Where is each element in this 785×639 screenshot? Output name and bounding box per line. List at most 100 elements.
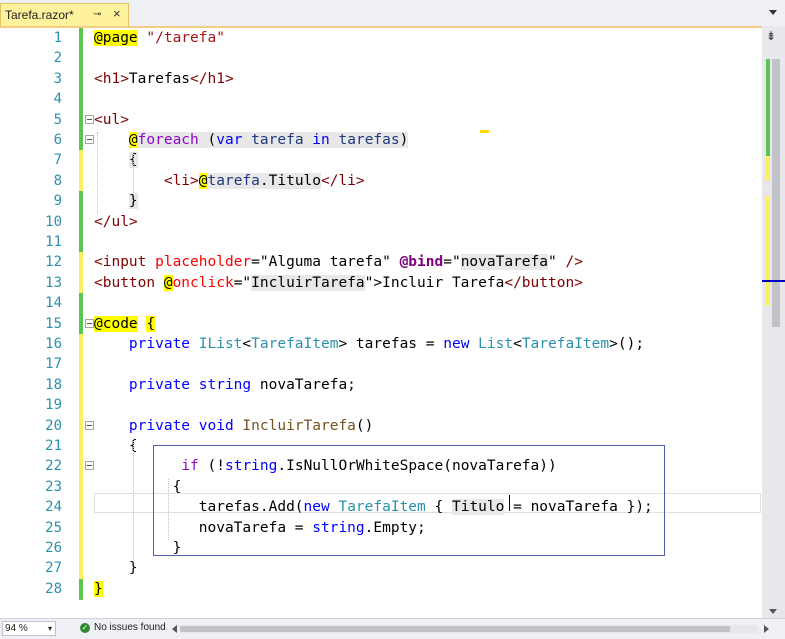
line-number: 19 (45, 397, 62, 414)
tab-dropdown-icon[interactable] (769, 10, 777, 15)
code-line[interactable]: 20 private void IncluirTarefa() (0, 415, 760, 437)
code-text: <li>@tarefa.Titulo</li> (94, 171, 365, 191)
split-window-icon[interactable]: ⇟ (766, 29, 776, 43)
code-line[interactable]: 11 (0, 232, 760, 253)
code-token: =" (443, 254, 461, 271)
horizontal-scroll-thumb[interactable] (180, 626, 730, 632)
code-line[interactable]: 27 } (0, 558, 760, 580)
code-line[interactable]: 24 tarefas.Add(new TarefaItem { Titulo =… (0, 497, 760, 519)
code-token: private (128, 376, 191, 393)
change-indicator (79, 109, 83, 131)
horizontal-scrollbar[interactable] (180, 625, 758, 633)
code-token: } (172, 540, 182, 556)
scroll-down-icon[interactable] (769, 609, 777, 614)
close-icon[interactable]: × (113, 6, 121, 21)
code-line[interactable]: 1 @page "/tarefa" (0, 28, 760, 49)
pin-icon[interactable]: ⊸ (93, 9, 103, 20)
code-text: } (94, 191, 138, 211)
line-number: 1 (53, 30, 62, 46)
line-number: 16 (45, 336, 62, 352)
scroll-left-icon[interactable] (172, 625, 177, 633)
scroll-thumb[interactable] (772, 59, 780, 327)
code-text: } (94, 579, 103, 599)
code-token: novaTarefa = (198, 519, 313, 536)
code-line[interactable]: 17 (0, 354, 760, 376)
zoom-select[interactable]: 94 % ▾ (2, 621, 56, 636)
code-line[interactable]: 2 (0, 48, 760, 70)
issues-indicator[interactable]: ✓ No issues found (80, 622, 166, 633)
code-line[interactable]: 14 (0, 293, 760, 315)
code-token: </ul> (94, 213, 138, 230)
code-line[interactable]: 13 <button @onclick="IncluirTarefa">Inclu… (0, 272, 760, 294)
code-token: } (128, 193, 138, 210)
line-number: 18 (45, 376, 62, 393)
code-editor[interactable]: 1 @page "/tarefa" 2 3 <h1>Tarefas</h1> 4 5 <ul>… (0, 26, 762, 618)
code-line[interactable]: 28} (0, 578, 760, 600)
code-token: } (128, 560, 138, 577)
code-token (242, 132, 252, 148)
code-line[interactable]: 22 if (!string.IsNullOrWhiteSpace(novaTa… (0, 456, 760, 478)
code-token: <ul> (94, 111, 129, 128)
collapse-icon[interactable] (85, 135, 94, 144)
collapse-icon[interactable] (85, 420, 94, 430)
code-line[interactable]: 5 <ul> (0, 109, 760, 131)
code-line[interactable]: 26 } (0, 538, 760, 559)
code-line[interactable]: 15 @code { (0, 313, 760, 335)
code-line[interactable]: 16 private IList<TarefaItem> tarefas = n… (0, 334, 760, 355)
code-token: @ (198, 172, 208, 189)
line-number: 13 (45, 274, 62, 291)
code-token: ">Incluir Tarefa (364, 274, 505, 291)
collapse-icon[interactable] (85, 318, 94, 328)
code-token: TarefaItem (338, 499, 426, 516)
change-indicator (79, 517, 83, 539)
code-line[interactable]: 6 @foreach (var tarefa in tarefas) (0, 130, 760, 151)
code-token: </button> (504, 274, 583, 291)
code-text: </ul> (94, 212, 138, 232)
code-line[interactable]: 8 <li>@tarefa.Titulo</li> (0, 170, 760, 192)
line-number: 11 (45, 234, 62, 250)
indent-guide (133, 438, 134, 561)
code-line[interactable]: 23 { (0, 476, 760, 498)
collapse-icon[interactable] (85, 114, 94, 124)
scroll-change-marker (766, 156, 770, 181)
code-token: IncluirTarefa (242, 417, 356, 434)
vertical-scrollbar[interactable]: ⇟ (762, 26, 785, 618)
code-token: Titulo (451, 499, 505, 516)
code-text: private IList<TarefaItem> tarefas = new … (94, 334, 644, 354)
code-line[interactable]: 25 novaTarefa = string.Empty; (0, 517, 760, 539)
code-text: @code { (94, 314, 156, 334)
code-line[interactable]: 19 (0, 395, 760, 417)
code-line[interactable]: 9 } (0, 191, 760, 213)
line-number: 25 (45, 519, 62, 536)
code-line[interactable]: 18 private string novaTarefa; (0, 374, 760, 396)
status-bar: 94 % ▾ ✓ No issues found (0, 618, 785, 639)
code-token: tarefas.Add( (198, 499, 304, 516)
scroll-right-icon[interactable] (764, 625, 769, 633)
change-indicator (79, 538, 83, 559)
code-line[interactable]: 3 <h1>Tarefas</h1> (0, 68, 760, 90)
code-line[interactable]: 7 { (0, 150, 760, 172)
change-indicator (79, 456, 83, 478)
zoom-value: 94 % (5, 623, 28, 634)
code-token: @code (94, 315, 138, 332)
code-line[interactable]: 21 { (0, 436, 760, 457)
collapse-icon[interactable] (85, 461, 94, 471)
document-tab[interactable]: Tarefa.razor* ⊸ × (0, 3, 129, 26)
line-number: 23 (45, 478, 62, 495)
change-indicator (79, 252, 83, 274)
code-line[interactable]: 10 </ul> (0, 211, 760, 233)
change-indicator (79, 272, 83, 294)
code-token: string (312, 519, 365, 536)
change-indicator (79, 89, 83, 111)
code-token: foreach (137, 132, 199, 148)
code-text: <h1>Tarefas</h1> (94, 69, 234, 89)
code-line[interactable]: 4 (0, 89, 760, 111)
code-line[interactable]: 12 <input placeholder="Alguma tarefa" @bi… (0, 252, 760, 274)
line-number: 17 (45, 356, 62, 373)
code-token: novaTarefa; (251, 376, 356, 393)
